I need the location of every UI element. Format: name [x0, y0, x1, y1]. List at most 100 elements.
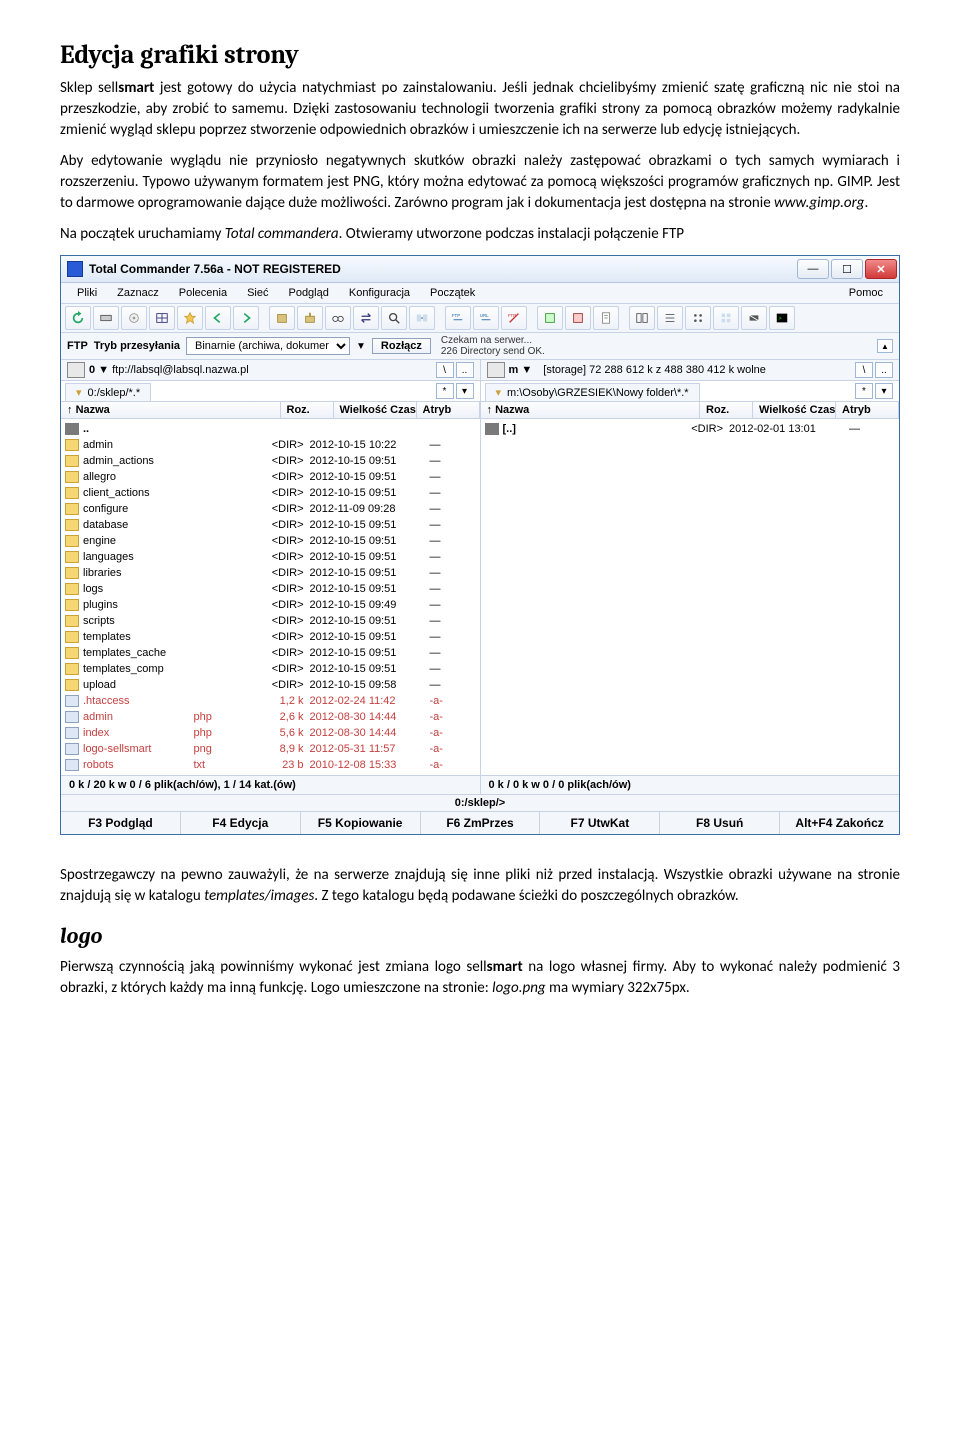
drive-icon[interactable]	[487, 362, 505, 378]
hist-button[interactable]: ▾	[875, 383, 893, 399]
file-name: database	[83, 519, 194, 531]
maximize-button[interactable]: ☐	[831, 259, 863, 279]
file-size: 1,2 k	[234, 695, 310, 707]
right-tab[interactable]: ▾ m:\Osoby\GRZESIEK\Nowy folder\*.*	[485, 383, 700, 401]
right-file-list[interactable]: [..]<DIR>2012-02-01 13:01—	[481, 419, 900, 775]
left-file-list[interactable]: ..admin<DIR>2012-10-15 10:22—admin_actio…	[61, 419, 480, 775]
table-icon[interactable]	[149, 306, 175, 330]
altf4-button[interactable]: Alt+F4 Zakończ	[780, 812, 899, 834]
up-button[interactable]: ..	[456, 362, 474, 378]
fav-button[interactable]: *	[436, 383, 454, 399]
left-pane[interactable]: ↑ Nazwa Roz. Wielkość Czas Atryb ..admin…	[61, 402, 480, 775]
col-headers[interactable]: ↑ Nazwa Roz. Wielkość Czas Atryb	[481, 402, 900, 419]
ftp-mode-select[interactable]: Binarnie (archiwa, dokumer	[186, 337, 350, 355]
file-row[interactable]: templates_cache<DIR>2012-10-15 09:51—	[61, 645, 480, 661]
minimize-button[interactable]: —	[797, 259, 829, 279]
file-row[interactable]: scripts<DIR>2012-10-15 09:51—	[61, 613, 480, 629]
file-row[interactable]: logs<DIR>2012-10-15 09:51—	[61, 581, 480, 597]
folder-icon	[65, 679, 79, 691]
menu-poczatek[interactable]: Początek	[420, 285, 485, 301]
file-name: [..]	[503, 423, 614, 435]
file-row[interactable]: libraries<DIR>2012-10-15 09:51—	[61, 565, 480, 581]
glasses-icon[interactable]	[325, 306, 351, 330]
right-drive-pane: m ▼ [storage] 72 288 612 k z 488 380 412…	[480, 360, 900, 380]
shell-icon[interactable]: >	[769, 306, 795, 330]
view-thumbs-icon[interactable]	[713, 306, 739, 330]
sync-icon[interactable]	[409, 306, 435, 330]
menu-podglad[interactable]: Podgląd	[278, 285, 338, 301]
col-headers[interactable]: ↑ Nazwa Roz. Wielkość Czas Atryb	[61, 402, 480, 419]
file-row[interactable]: client_actions<DIR>2012-10-15 09:51—	[61, 485, 480, 501]
swap-icon[interactable]	[353, 306, 379, 330]
folder-icon	[65, 471, 79, 483]
refresh-icon[interactable]	[65, 306, 91, 330]
menu-pliki[interactable]: Pliki	[67, 285, 107, 301]
close-button[interactable]: ✕	[865, 259, 897, 279]
f5-button[interactable]: F5 Kopiowanie	[301, 812, 421, 834]
file-row[interactable]: configure<DIR>2012-11-09 09:28—	[61, 501, 480, 517]
file-row[interactable]: allegro<DIR>2012-10-15 09:51—	[61, 469, 480, 485]
forward-icon[interactable]	[233, 306, 259, 330]
f3-button[interactable]: F3 Podgląd	[61, 812, 181, 834]
ftp-connect-icon[interactable]: FTP	[445, 306, 471, 330]
scroll-up[interactable]: ▲	[877, 339, 893, 353]
menu-siec[interactable]: Sieć	[237, 285, 278, 301]
menu-konfiguracja[interactable]: Konfiguracja	[339, 285, 420, 301]
file-row[interactable]: ..	[61, 421, 480, 437]
ftp-disconnect-button[interactable]: Rozłącz	[372, 338, 431, 354]
up-button[interactable]: ..	[875, 362, 893, 378]
file-row[interactable]: logo-sellsmartpng8,9 k2012-05-31 11:57-a…	[61, 741, 480, 757]
tool2-icon[interactable]	[565, 306, 591, 330]
left-tab[interactable]: ▾ 0:/sklep/*.*	[65, 383, 151, 401]
file-row[interactable]: adminphp2,6 k2012-08-30 14:44-a-	[61, 709, 480, 725]
drive-icon[interactable]	[67, 362, 85, 378]
file-row[interactable]: upload<DIR>2012-10-15 09:58—	[61, 677, 480, 693]
invert-icon[interactable]	[741, 306, 767, 330]
right-pane[interactable]: ↑ Nazwa Roz. Wielkość Czas Atryb [..]<DI…	[480, 402, 900, 775]
file-row[interactable]: templates_comp<DIR>2012-10-15 09:51—	[61, 661, 480, 677]
view-full-icon[interactable]	[657, 306, 683, 330]
tool1-icon[interactable]	[537, 306, 563, 330]
f6-button[interactable]: F6 ZmPrzes	[421, 812, 541, 834]
menu-pomoc[interactable]: Pomoc	[839, 285, 893, 301]
file-row[interactable]: admin<DIR>2012-10-15 10:22—	[61, 437, 480, 453]
file-ext: png	[194, 743, 234, 755]
file-row[interactable]: admin_actions<DIR>2012-10-15 09:51—	[61, 453, 480, 469]
file-row[interactable]: [..]<DIR>2012-02-01 13:01—	[481, 421, 900, 437]
file-name: logo-sellsmart	[83, 743, 194, 755]
hist-button[interactable]: ▾	[456, 383, 474, 399]
menu-polecenia[interactable]: Polecenia	[169, 285, 237, 301]
notepad-icon[interactable]	[593, 306, 619, 330]
search-icon[interactable]	[381, 306, 407, 330]
pack-icon[interactable]	[269, 306, 295, 330]
ftp-url-icon[interactable]: URL	[473, 306, 499, 330]
f7-button[interactable]: F7 UtwKat	[540, 812, 660, 834]
fav-button[interactable]: *	[855, 383, 873, 399]
root-button[interactable]: \	[436, 362, 454, 378]
file-row[interactable]: languages<DIR>2012-10-15 09:51—	[61, 549, 480, 565]
unpack-icon[interactable]	[297, 306, 323, 330]
star-icon[interactable]	[177, 306, 203, 330]
view-brief-icon[interactable]	[629, 306, 655, 330]
f4-button[interactable]: F4 Edycja	[181, 812, 301, 834]
drive-icon[interactable]	[93, 306, 119, 330]
app-name: Total commandera	[225, 225, 339, 243]
f8-button[interactable]: F8 Usuń	[660, 812, 780, 834]
ftp-disconnect-icon[interactable]: FTP	[501, 306, 527, 330]
file-row[interactable]: robotstxt23 b2010-12-08 15:33-a-	[61, 757, 480, 773]
menu-zaznacz[interactable]: Zaznacz	[107, 285, 169, 301]
file-date: 2012-10-15 09:51	[310, 455, 430, 467]
file-row[interactable]: .htaccess1,2 k2012-02-24 11:42-a-	[61, 693, 480, 709]
right-drive-letter[interactable]: m	[509, 364, 519, 376]
view-tree-icon[interactable]	[685, 306, 711, 330]
file-row[interactable]: database<DIR>2012-10-15 09:51—	[61, 517, 480, 533]
back-icon[interactable]	[205, 306, 231, 330]
file-row[interactable]: plugins<DIR>2012-10-15 09:49—	[61, 597, 480, 613]
file-row[interactable]: templates<DIR>2012-10-15 09:51—	[61, 629, 480, 645]
root-button[interactable]: \	[855, 362, 873, 378]
cd-icon[interactable]	[121, 306, 147, 330]
file-row[interactable]: indexphp5,6 k2012-08-30 14:44-a-	[61, 725, 480, 741]
file-row[interactable]: engine<DIR>2012-10-15 09:51—	[61, 533, 480, 549]
file-name: scripts	[83, 615, 194, 627]
command-line[interactable]: 0:/sklep/>	[61, 794, 899, 811]
